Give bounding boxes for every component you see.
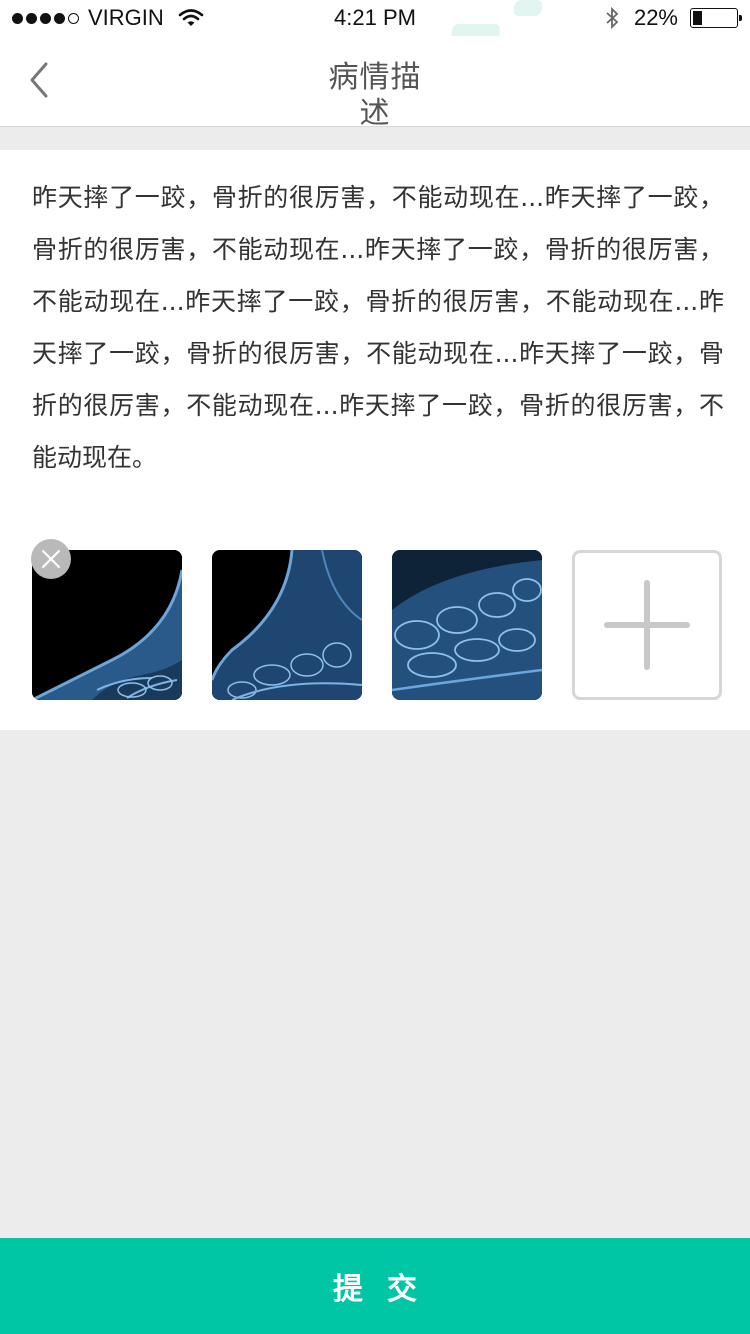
xray-image [212,550,362,700]
navigation-bar: 病情描述 [0,36,750,131]
status-bar: VIRGIN 4:21 PM 22% [0,0,750,36]
status-right: 22% [604,5,742,31]
description-card: 昨天摔了一跤，骨折的很厉害，不能动现在...昨天摔了一跤，骨折的很厉害，不能动现… [0,150,750,730]
page-title: 病情描述 [328,60,422,131]
bluetooth-icon [606,6,619,30]
battery-icon [690,8,742,28]
photo-thumbnail[interactable] [212,550,362,700]
photo-thumbnail[interactable] [392,550,542,700]
decorative-shape [512,0,544,16]
battery-percent: 22% [633,5,678,30]
close-icon [41,549,61,569]
submit-button-label: 提交 [333,1273,441,1306]
chevron-left-icon[interactable] [26,60,54,100]
add-photo-button[interactable] [572,550,722,700]
plus-icon [604,580,690,670]
description-text[interactable]: 昨天摔了一跤，骨折的很厉害，不能动现在...昨天摔了一跤，骨折的很厉害，不能动现… [32,172,724,484]
remove-photo-button[interactable] [31,539,71,579]
xray-image [392,550,542,700]
battery-nub [739,15,742,21]
battery-fill [693,11,702,25]
submit-button[interactable]: 提交 [0,1238,750,1334]
